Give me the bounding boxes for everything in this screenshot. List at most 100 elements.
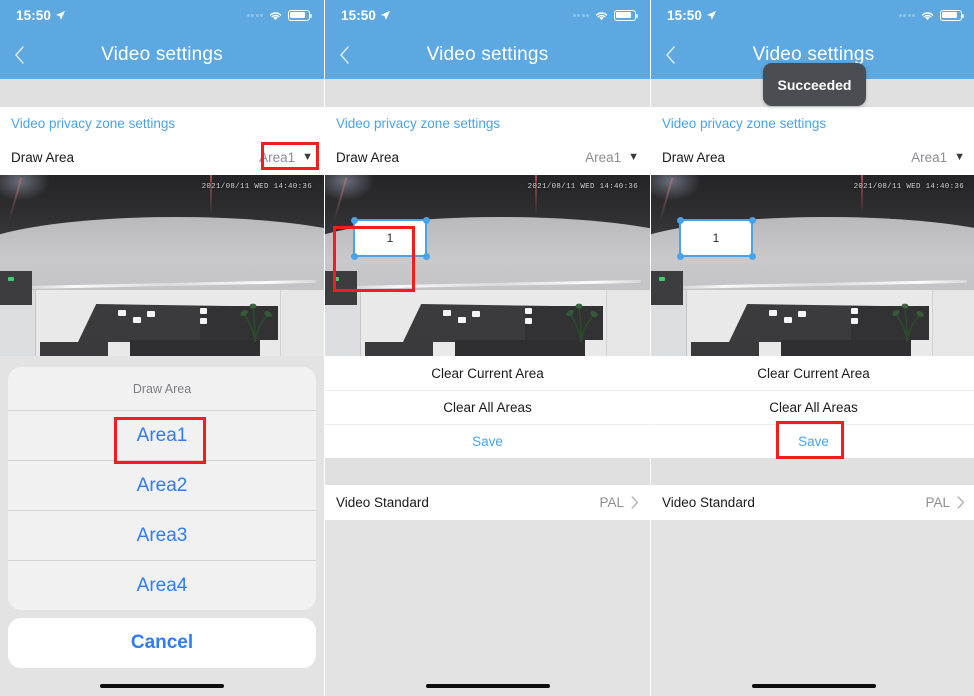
privacy-zone-number: 1: [386, 231, 394, 245]
video-streak-center: [535, 175, 537, 215]
video-preview-3[interactable]: 2021/08/11 WED 14:40:36 1: [651, 175, 974, 356]
privacy-zone-link[interactable]: Video privacy zone settings: [325, 107, 650, 140]
save-button[interactable]: Save: [651, 424, 974, 458]
back-button[interactable]: [665, 30, 695, 79]
chevron-left-icon: [340, 45, 349, 64]
video-standard-label: Video Standard: [662, 495, 755, 510]
status-bar-time: 15:50: [667, 7, 703, 23]
video-lamp: [784, 317, 792, 323]
resize-handle-bottom-left[interactable]: [350, 252, 358, 260]
draw-area-value-group[interactable]: Area1 ▼: [911, 150, 965, 165]
privacy-zone-box[interactable]: 1: [350, 216, 430, 260]
draw-area-value-group[interactable]: Area1 ▼: [585, 150, 639, 165]
resize-handle-bottom-left[interactable]: [676, 252, 684, 260]
draw-area-label: Draw Area: [662, 150, 726, 165]
phone-panel-3: 15:50 Video settings Video privacy zone …: [651, 0, 974, 696]
draw-area-value: Area1: [585, 150, 622, 165]
video-right-wall: [606, 290, 650, 356]
status-bar-left: 15:50: [341, 8, 391, 23]
video-lamp: [458, 317, 466, 323]
nav-bar: Video settings: [325, 30, 650, 79]
status-bar: 15:50: [325, 0, 650, 30]
clear-all-areas-button[interactable]: Clear All Areas: [651, 390, 974, 424]
signal-dots-icon: [572, 13, 589, 17]
cancel-button[interactable]: Cancel: [8, 618, 316, 668]
clear-current-area-button[interactable]: Clear Current Area: [325, 356, 650, 390]
action-sheet-option-area3[interactable]: Area3: [8, 510, 316, 560]
resize-handle-top-left[interactable]: [676, 216, 684, 224]
resize-handle-top-right[interactable]: [748, 216, 756, 224]
chevron-right-icon: [631, 496, 639, 509]
battery-icon: [940, 9, 965, 21]
action-sheet-option-area2[interactable]: Area2: [8, 460, 316, 510]
home-indicator: [100, 684, 224, 688]
privacy-zone-number: 1: [712, 231, 720, 245]
draw-area-label: Draw Area: [336, 150, 400, 165]
action-sheet-option-area1[interactable]: Area1: [8, 410, 316, 460]
draw-area-value: Area1: [911, 150, 948, 165]
clear-all-areas-button[interactable]: Clear All Areas: [325, 390, 650, 424]
location-arrow-icon: [380, 10, 391, 20]
video-lamp: [525, 308, 532, 314]
privacy-zone-box[interactable]: 1: [676, 216, 756, 260]
signal-dots-icon: [898, 13, 915, 17]
location-arrow-icon: [706, 10, 717, 20]
caret-down-icon: ▼: [954, 151, 965, 163]
status-bar-right: [898, 9, 965, 21]
video-lamp: [472, 311, 480, 317]
save-button[interactable]: Save: [325, 424, 650, 458]
video-green-led: [333, 277, 339, 281]
page-title: Video settings: [426, 43, 549, 65]
video-lamp: [798, 311, 806, 317]
privacy-zone-link[interactable]: Video privacy zone settings: [651, 107, 974, 140]
clear-current-area-button[interactable]: Clear Current Area: [651, 356, 974, 390]
section-gap-top: [325, 79, 650, 107]
video-streak-center: [861, 175, 863, 215]
privacy-zone-link-label: Video privacy zone settings: [336, 116, 501, 131]
video-dark-counter: [455, 340, 585, 356]
wifi-icon: [921, 11, 934, 20]
chevron-right-icon: [957, 496, 965, 509]
video-standard-value: PAL: [599, 495, 624, 510]
video-right-wall: [932, 290, 974, 356]
video-lamp: [851, 318, 858, 324]
resize-handle-top-right[interactable]: [422, 216, 430, 224]
video-standard-value: PAL: [925, 495, 950, 510]
video-lamp: [851, 308, 858, 314]
resize-handle-bottom-right[interactable]: [748, 252, 756, 260]
resize-handle-top-left[interactable]: [350, 216, 358, 224]
video-timestamp: 2021/08/11 WED 14:40:36: [527, 183, 638, 191]
status-bar-right: [572, 9, 639, 21]
video-lamp: [769, 310, 777, 316]
video-plant: [566, 303, 598, 342]
video-preview-2[interactable]: 2021/08/11 WED 14:40:36 1: [325, 175, 650, 356]
video-plant: [892, 303, 924, 342]
video-left-dark-panel: [651, 271, 683, 305]
video-dark-counter: [781, 340, 911, 356]
video-standard-label: Video Standard: [336, 495, 429, 510]
video-standard-value-group: PAL: [599, 495, 639, 510]
section-gap: [325, 458, 650, 485]
status-bar-time: 15:50: [341, 7, 377, 23]
video-dark-counter-2: [365, 342, 433, 356]
draw-area-row[interactable]: Draw Area Area1 ▼: [325, 140, 650, 175]
back-button[interactable]: [339, 30, 369, 79]
action-sheet-option-area4[interactable]: Area4: [8, 560, 316, 610]
video-standard-value-group: PAL: [925, 495, 965, 510]
video-standard-row[interactable]: Video Standard PAL: [325, 485, 650, 520]
section-gap: [651, 458, 974, 485]
draw-area-row[interactable]: Draw Area Area1 ▼: [651, 140, 974, 175]
home-indicator: [425, 684, 550, 688]
resize-handle-bottom-right[interactable]: [422, 252, 430, 260]
video-standard-row[interactable]: Video Standard PAL: [651, 485, 974, 520]
action-sheet-group: Draw Area Area1 Area2 Area3 Area4: [8, 367, 316, 610]
three-panel-screenshot-board: 15:50 Video settings Video privacy zone …: [0, 0, 974, 696]
video-lens-flare: [325, 175, 375, 201]
privacy-zone-link-label: Video privacy zone settings: [662, 116, 827, 131]
status-bar-left: 15:50: [667, 8, 717, 23]
video-lens-flare: [651, 175, 701, 201]
phone-panel-1: 15:50 Video settings Video privacy zone …: [0, 0, 324, 696]
status-bar: 15:50: [651, 0, 974, 30]
video-left-dark-panel: [325, 271, 357, 305]
battery-icon: [614, 9, 639, 21]
